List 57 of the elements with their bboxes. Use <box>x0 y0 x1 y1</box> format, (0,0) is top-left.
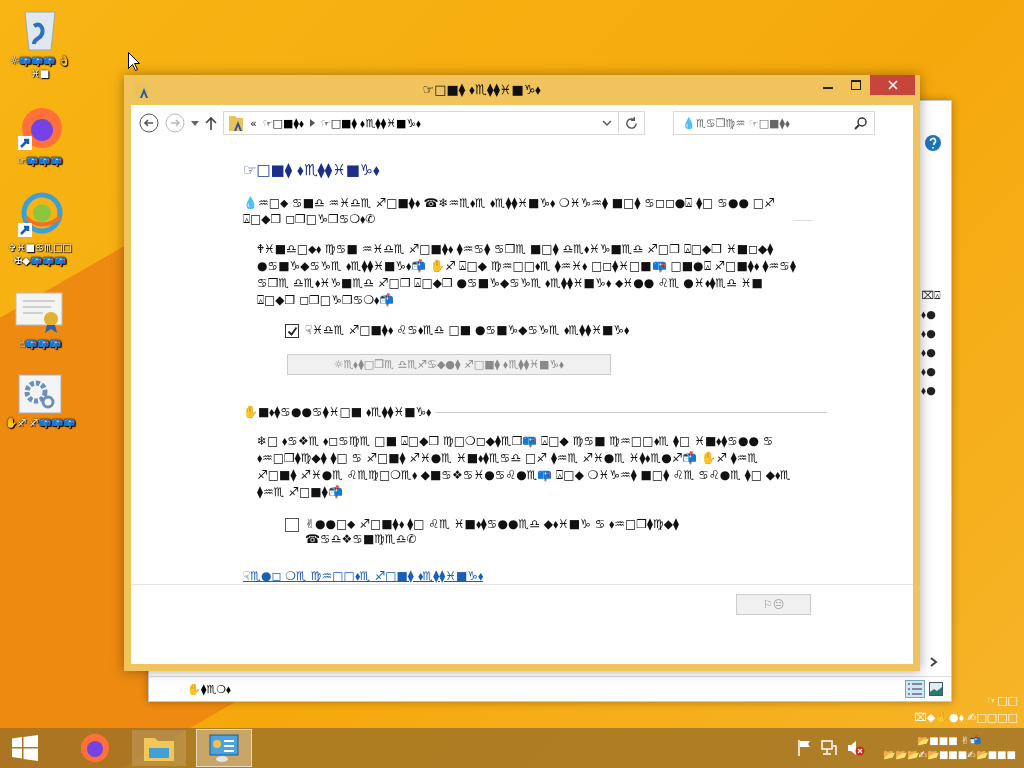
chevron-right-icon[interactable] <box>930 657 938 667</box>
checkbox[interactable] <box>285 518 299 532</box>
details-view-icon[interactable] <box>905 680 925 698</box>
list-row-text: ⬧● <box>921 365 937 378</box>
list-row-text: ⌧⍓ <box>921 289 941 302</box>
control-panel-icon <box>208 733 240 763</box>
taskbar-app-button[interactable] <box>196 729 252 767</box>
section-title: ✋■⬧⧫♋●●♋⧫♓□■ ⬧♏⧫⧫♓■♑⬧ <box>243 405 432 419</box>
search-field[interactable]: 💧♏♋❒♍♒ ☞□■⧫⬧ <box>673 111 875 135</box>
mouse-cursor-icon <box>128 52 140 71</box>
description-text: ❄□ ⬧♋❖♏ ⬧◻♋♍♏ □■ ⍓□◆❒ ♍□❍◻◆⧫♏❒📪 ⍓□◆ ♍♋■ ♍♒□□⬧♏ ⧫□ ♓■⬧⧫♋●● ♋ ⬧♒□❒⧫♍◆⧫ ⧫□ ♋ ♐□■⧫ ♐♓●♏ ♓■⬧⧫♏♋♎ □♐ ⧫♒♏ ♐♓●♏ ♓⧫⬧♏●♐📬 ✋♐ ⧫♒♏ ♐□■⧫ ♐♓●♏ ♌♏♍□❍♏⬧ ◆■♋❖♋♓●♋♌●♏📪 ⍓□◆ ❍♓♑♒⧫ ■□⧫ ♌♏ ♋♌●♏ ⧫□ ◆⬧♏ ⧫♒♏ ♐□■⧫📬 <box>257 433 792 501</box>
maximize-icon <box>851 80 861 90</box>
swirl-icon[interactable] <box>16 191 64 239</box>
chevron-down-icon[interactable] <box>602 120 612 126</box>
description-text: 🕈♓■♎□⬥⬧ ♍♋■ ♒♓♎♏ ♐□■⧫⬧ ⧫♒♋⧫ ♋❒♏ ■□⧫ ♎♏⬧♓♑■♏♎ ♐□❒ ⍓□◆❒ ♓■◻◆⧫ ●♋■♑◆♋♑♏ ⬧♏⧫⧫♓■♑⬧📬 ✋♐ ⍓□◆ ♍♒□□⬧♏ ⧫♒♓⬧ □◻⧫♓□■📪 □■●⍓ ♐□■⧫⬧ ⧫♒♋⧫ ♋❒♏ ♎♏⬧♓♑■♏♎ ♐□❒ ⍓□◆❒ ●♋■♑◆♋♑♏ ⬧♏⧫⧫♓■♑⬧ ⬥♓●● ♌♏ ●♓⬧⧫♏♎ ♓■ ⍓□◆❒ ◻❒□♑❒♋❍⬧📬 <box>257 241 797 309</box>
desktop-build-text: ☞□□ <box>987 694 1018 707</box>
back-icon[interactable] <box>139 113 159 133</box>
desktop-icon-label[interactable]: ☞📪📪📪 <box>17 154 63 167</box>
windows-logo-icon[interactable] <box>12 735 38 761</box>
help-link[interactable]: ☟♏●◻ ❍♏ ♍♒□□⬧♏ ♐□■⧫ ⬧♏⧫⧫♓■♑⬧ <box>243 569 484 583</box>
thumbnail-view-icon[interactable] <box>929 682 943 696</box>
page-heading: ☞□■⧫ ⬧♏⧫⧫♓■♑⬧ <box>243 161 381 179</box>
speaker-muted-icon[interactable] <box>846 740 865 756</box>
checkbox-label[interactable]: ☟♓♎♏ ♐□■⧫⬧ ♌♋⬧♏♎ □■ ●♋■♑◆♋♑♏ ⬧♏⧫⧫♓■♑⬧ <box>305 323 630 337</box>
status-text: ✋⧫♏❍⬧ <box>187 682 233 696</box>
search-icon <box>854 117 867 130</box>
breadcrumb[interactable]: ☞□■⧫ ⬧♏⧫⧫♓■♑⬧ <box>320 116 422 130</box>
minimize-icon <box>823 87 833 89</box>
clock-date[interactable]: 📂📂📂✍📂■■■✍📂■■■ <box>882 748 1016 762</box>
desktop-icon-label[interactable]: ✞♓■♋♏□□ ✠◆📪📪📪 <box>1 241 79 267</box>
list-row-text: ⬧● <box>921 308 937 321</box>
checkbox-label[interactable]: ✌●●□⬥ ♐□■⧫⬧ ⧫□ ♌♏ ♓■⬧⧫♋●●♏♎ ◆⬧♓■♑ ♋ ⬧♒□❒⧫♍◆⧫ ☎♋♎❖♋■♍♏♎✆ <box>305 517 775 547</box>
list-row-text: ⬧● <box>921 346 937 359</box>
list-row-text: ⬧● <box>921 327 937 340</box>
dropdown-icon[interactable] <box>191 120 199 126</box>
font-folder-icon <box>134 81 150 99</box>
flag-icon[interactable] <box>796 740 811 756</box>
address-bar[interactable]: « ☞□■⧫⬧ ☞□■⧫ ⬧♏⧫⧫♓■♑⬧ <box>223 111 645 135</box>
intro-text: 💧♒□⬥ ♋■♎ ♒♓♎♏ ♐□■⧫⬧ ☎❄♒♏⬧♏ ⬧♏⧫⧫♓■♑⬧ ❍♓♑♒⧫ ■□⧫ ♋◻◻●⍓ ⧫□ ♋●● □♐ ⍓□◆❒ ◻❒□♑❒♋❍⬧✆ <box>243 195 776 227</box>
refresh-icon[interactable] <box>625 116 638 130</box>
font-folder-icon <box>228 114 244 132</box>
gears-icon[interactable] <box>18 374 62 414</box>
close-icon <box>887 80 898 90</box>
overflow-chevron[interactable]: « <box>250 116 257 130</box>
breadcrumb[interactable]: ☞□■⧫⬧ <box>262 116 304 130</box>
up-arrow-icon[interactable] <box>205 116 217 130</box>
checkbox[interactable] <box>285 324 299 338</box>
list-row-text: ⬧● <box>921 384 937 397</box>
breadcrumb-separator-icon[interactable] <box>309 119 315 127</box>
network-icon[interactable] <box>820 740 837 756</box>
firefox-icon <box>79 732 111 764</box>
certificate-icon[interactable] <box>15 291 65 335</box>
window-title: ☞□■⧫ ⬧♏⧫⧫♓■♑⬧ <box>421 82 543 98</box>
desktop-icon-label[interactable]: ☼📪📪📪 👌♓■ <box>1 54 79 80</box>
desktop-build-text: ⌧◆✋●⬧ ✍□□□□ <box>913 711 1018 724</box>
help-icon[interactable] <box>925 135 941 151</box>
clock-time[interactable]: 📂■■■ ✌📬 <box>917 734 982 748</box>
